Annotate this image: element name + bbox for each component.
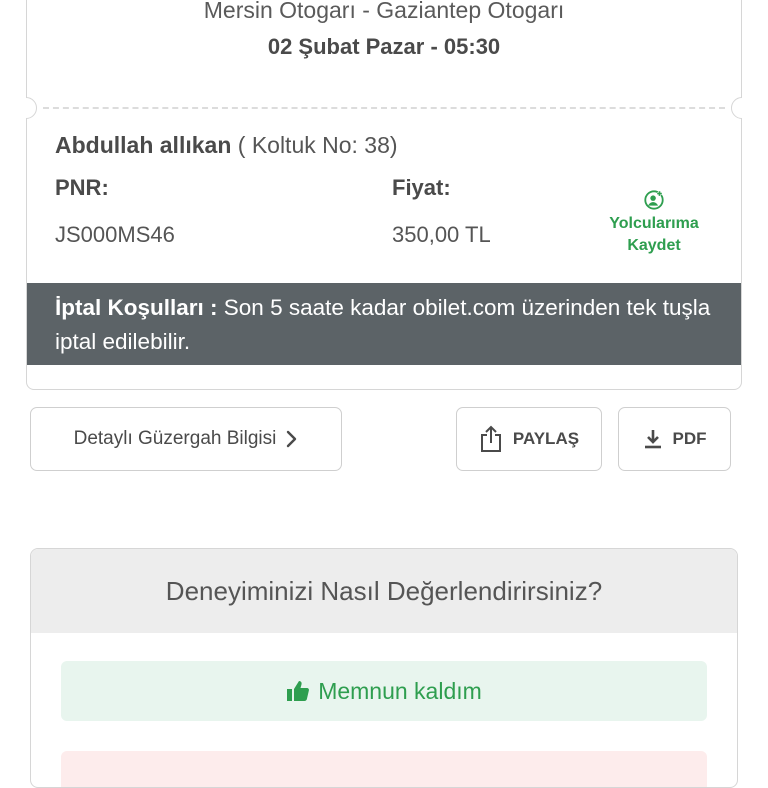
route-text: Mersin Otogarı - Gaziantep Otogarı [203, 0, 565, 23]
seat-number: ( Koltuk No: 38) [231, 132, 398, 158]
ticket-perforation [43, 107, 725, 109]
pnr-label: PNR: [55, 175, 109, 200]
route-details-button[interactable]: Detaylı Güzergah Bilgisi [30, 407, 342, 471]
satisfied-label: Memnun kaldım [318, 677, 482, 704]
ticket-card: Mersin Otogarı - Gaziantep Otogarı 02 Şu… [26, 0, 742, 390]
route-details-label: Detaylı Güzergah Bilgisi [73, 428, 277, 449]
save-passenger-button[interactable]: Yolcularıma Kaydet [599, 189, 709, 257]
cancel-title: İptal Koşulları : [55, 295, 224, 320]
not-satisfied-button[interactable] [61, 751, 707, 787]
passenger-name: Abdullah allıkan [55, 132, 232, 158]
ticket-notch-right [731, 97, 742, 119]
satisfied-button[interactable]: Memnun kaldım [61, 661, 707, 721]
price-value: 350,00 TL [392, 222, 491, 247]
save-line-1: Yolcularıma [609, 215, 699, 232]
chevron-right-icon [287, 430, 297, 448]
departure-datetime: 02 Şubat Pazar - 05:30 [267, 34, 501, 59]
pdf-download-button[interactable]: PDF [618, 407, 731, 471]
add-user-icon [644, 190, 664, 210]
pdf-label: PDF [672, 429, 707, 448]
share-icon [480, 425, 501, 452]
ticket-notch-left [26, 97, 37, 119]
save-line-2: Kaydet [627, 237, 681, 254]
price-label: Fiyat: [392, 175, 451, 200]
pnr-value: JS000MS46 [55, 222, 175, 247]
cancellation-policy: İptal Koşulları : Son 5 saate kadar obil… [27, 283, 741, 365]
share-button[interactable]: PAYLAŞ [456, 407, 602, 471]
share-label: PAYLAŞ [512, 429, 580, 448]
download-icon [644, 430, 661, 449]
experience-rating-card: Deneyiminizi Nasıl Değerlendirirsiniz? M… [30, 548, 738, 788]
rating-title: Deneyiminizi Nasıl Değerlendirirsiniz? [31, 549, 737, 633]
thumbs-up-icon [287, 681, 310, 701]
passenger-info: Abdullah allıkan ( Koltuk No: 38) [55, 132, 398, 159]
